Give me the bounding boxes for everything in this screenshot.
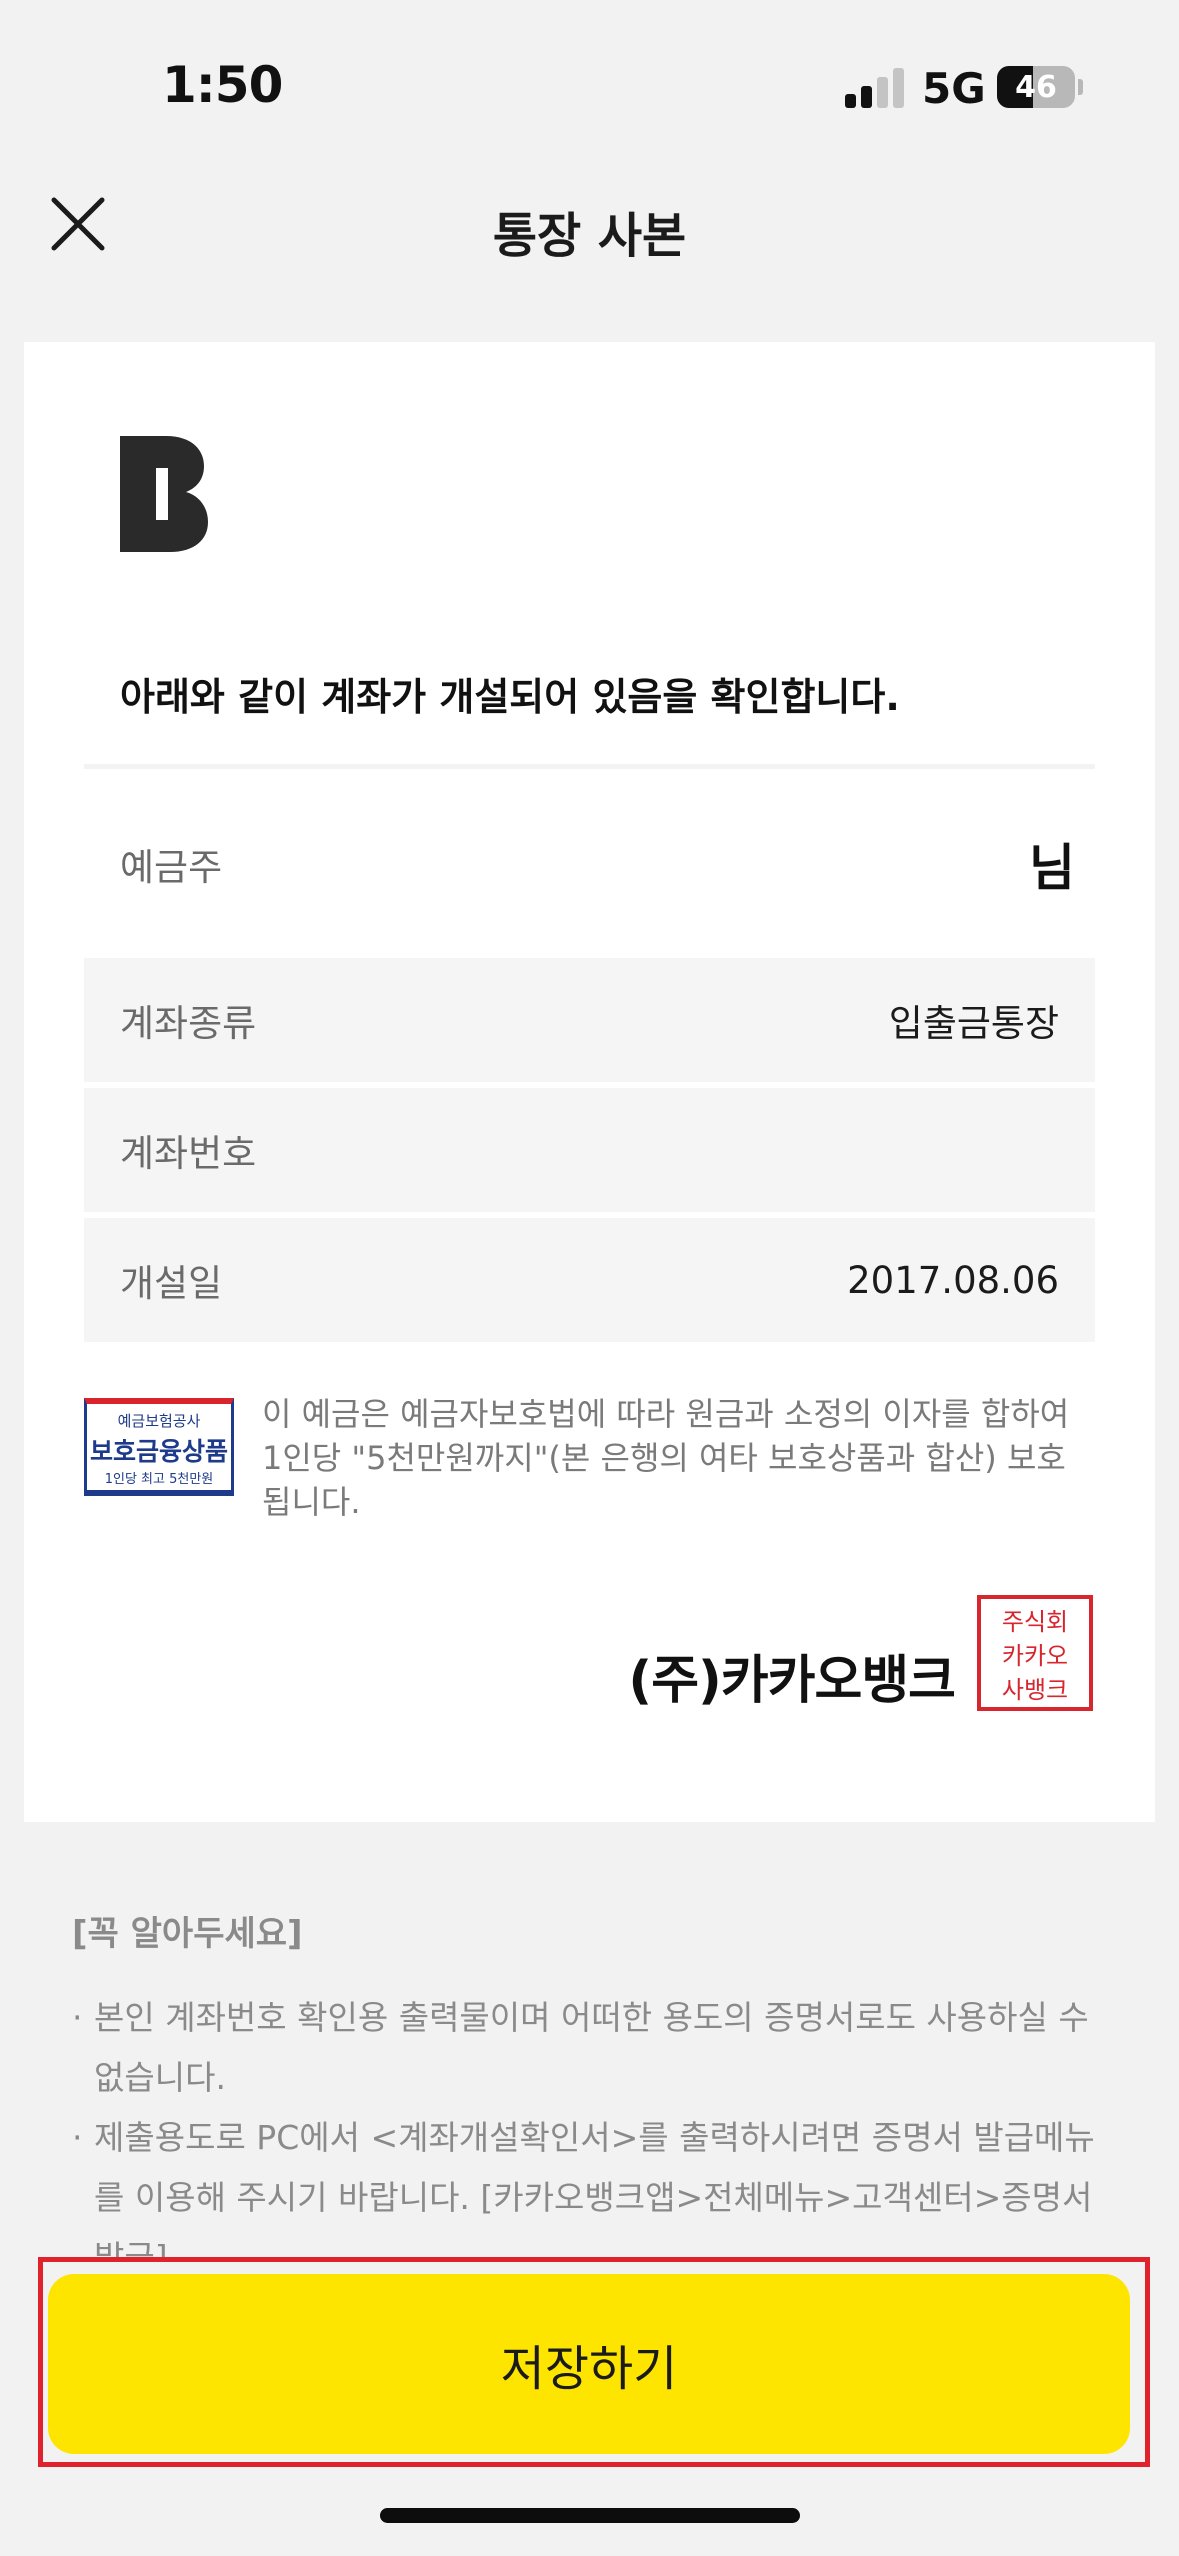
battery-level: 46 [1015, 69, 1057, 105]
battery-icon: 46 [997, 66, 1075, 108]
row-open-date: 개설일 2017.08.06 [84, 1218, 1095, 1342]
battery-nub [1078, 79, 1083, 95]
divider [84, 764, 1095, 769]
badge-main-text: 보호금융상품 [89, 1437, 228, 1466]
notice-item: 본인 계좌번호 확인용 출력물이며 어떠한 용도의 증명서로도 사용하실 수 없… [72, 1988, 1112, 2108]
account-certificate-card: 아래와 같이 계좌가 개설되어 있음을 확인합니다. 예금주 님 계좌종류 입출… [24, 342, 1155, 1822]
company-name: (주)카카오뱅크 [628, 1651, 956, 1711]
row-value: 2017.08.06 [847, 1258, 1059, 1302]
status-time: 1:50 [162, 56, 283, 114]
deposit-insurance-badge: 예금보험공사 보호금융상품 1인당 최고 5천만원 [84, 1398, 234, 1496]
badge-top-text: 예금보험공사 [117, 1412, 201, 1430]
row-account-type: 계좌종류 입출금통장 [84, 958, 1095, 1082]
network-type: 5G [922, 64, 986, 113]
row-label: 계좌종류 [120, 1002, 257, 1045]
save-button[interactable]: 저장하기 [48, 2274, 1130, 2454]
row-account-holder: 예금주 님 [84, 802, 1095, 926]
svg-text:카카오: 카카오 [1002, 1642, 1068, 1670]
home-indicator[interactable] [380, 2508, 800, 2523]
row-account-number: 계좌번호 [84, 1088, 1095, 1212]
kakaobank-logo-icon [120, 436, 208, 552]
row-label: 예금주 [120, 846, 223, 889]
notice-title: [꼭 알아두세요] [72, 1914, 303, 1954]
company-seal-icon: 주식회 카카오 사뱅크 [977, 1595, 1093, 1711]
page-title: 통장 사본 [492, 208, 687, 264]
confirmation-headline: 아래와 같이 계좌가 개설되어 있음을 확인합니다. [120, 675, 900, 719]
cellular-signal-icon [845, 66, 905, 108]
notice-list: 본인 계좌번호 확인용 출력물이며 어떠한 용도의 증명서로도 사용하실 수 없… [72, 1988, 1112, 2288]
row-value: 입출금통장 [888, 1002, 1059, 1045]
badge-bottom-text: 1인당 최고 5천만원 [104, 1472, 214, 1487]
row-label: 계좌번호 [120, 1132, 257, 1175]
svg-text:주식회: 주식회 [1002, 1608, 1068, 1636]
svg-text:사뱅크: 사뱅크 [1002, 1676, 1068, 1704]
deposit-protection-text: 이 예금은 예금자보호법에 따라 원금과 소정의 이자를 합하여 1인당 "5천… [262, 1395, 1070, 1521]
row-value: 님 [1029, 839, 1075, 897]
row-label: 개설일 [120, 1262, 223, 1305]
